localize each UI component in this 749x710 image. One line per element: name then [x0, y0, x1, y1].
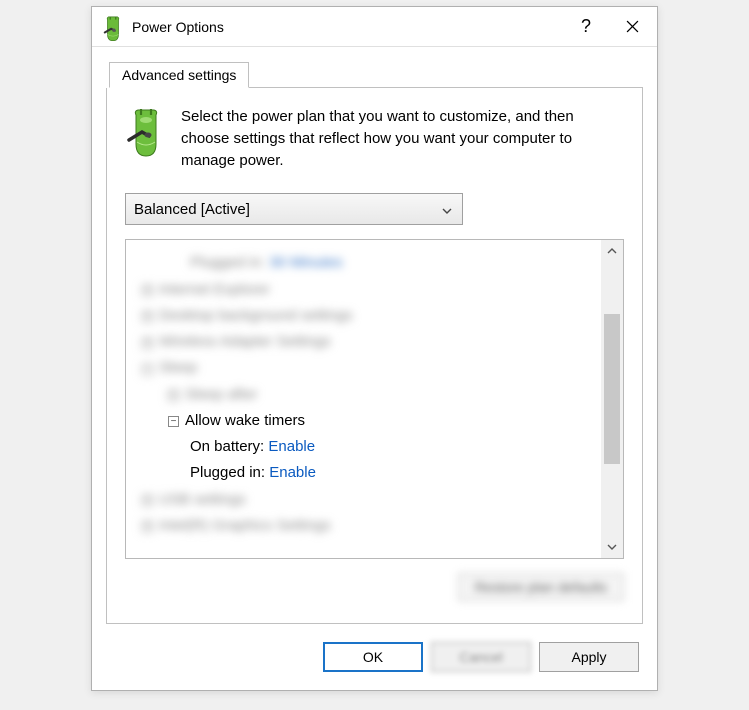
tree-item-plugged-in[interactable]: Plugged in: Enable	[132, 460, 617, 486]
power-options-dialog: Power Options ? Advanced settings	[91, 6, 658, 691]
ok-button[interactable]: OK	[323, 642, 423, 672]
power-options-icon	[102, 16, 124, 38]
scroll-thumb[interactable]	[604, 314, 620, 464]
setting-value[interactable]: Enable	[268, 438, 315, 455]
setting-label: On battery:	[190, 438, 264, 455]
scroll-down-arrow[interactable]	[601, 536, 623, 558]
tree-item-blurred: +Desktop background settings	[132, 303, 617, 329]
titlebar: Power Options ?	[92, 7, 657, 47]
chevron-down-icon	[438, 201, 456, 218]
tree-item-blurred: −Sleep	[132, 355, 617, 381]
help-button[interactable]: ?	[563, 8, 609, 46]
restore-defaults-button[interactable]: Restore plan defaults	[458, 573, 624, 601]
dialog-footer: OK Cancel Apply	[92, 642, 657, 690]
tab-panel: Select the power plan that you want to c…	[106, 88, 643, 624]
tree-item-blurred: +Internet Explorer	[132, 277, 617, 303]
setting-label: Plugged in:	[190, 464, 265, 481]
intro-text: Select the power plan that you want to c…	[181, 106, 624, 171]
tab-advanced-settings[interactable]: Advanced settings	[109, 62, 249, 88]
tree-item-allow-wake-timers[interactable]: −Allow wake timers	[132, 408, 617, 434]
scroll-track[interactable]	[601, 262, 623, 536]
cancel-button[interactable]: Cancel	[431, 642, 531, 672]
tree-item-blurred: Plugged in: 30 Minutes	[132, 250, 617, 276]
close-button[interactable]	[609, 8, 655, 46]
collapse-icon[interactable]: −	[168, 416, 179, 427]
tree-item-blurred: +Wireless Adapter Settings	[132, 329, 617, 355]
window-title: Power Options	[132, 19, 563, 35]
scroll-up-arrow[interactable]	[601, 240, 623, 262]
tree-item-label: Allow wake timers	[185, 412, 305, 429]
battery-icon	[125, 108, 167, 158]
tree-item-on-battery[interactable]: On battery: Enable	[132, 434, 617, 460]
tree-item-blurred: +USB settings	[132, 487, 617, 513]
apply-button[interactable]: Apply	[539, 642, 639, 672]
power-plan-dropdown[interactable]: Balanced [Active]	[125, 193, 463, 225]
settings-tree[interactable]: Plugged in: 30 Minutes +Internet Explore…	[125, 239, 624, 559]
tree-item-blurred: +Sleep after	[132, 382, 617, 408]
close-icon	[626, 20, 639, 33]
setting-value[interactable]: Enable	[269, 464, 316, 481]
tree-item-blurred: +Intel(R) Graphics Settings	[132, 513, 617, 539]
tab-strip: Advanced settings	[110, 61, 643, 88]
dropdown-value: Balanced [Active]	[134, 201, 438, 218]
scrollbar[interactable]	[601, 240, 623, 558]
